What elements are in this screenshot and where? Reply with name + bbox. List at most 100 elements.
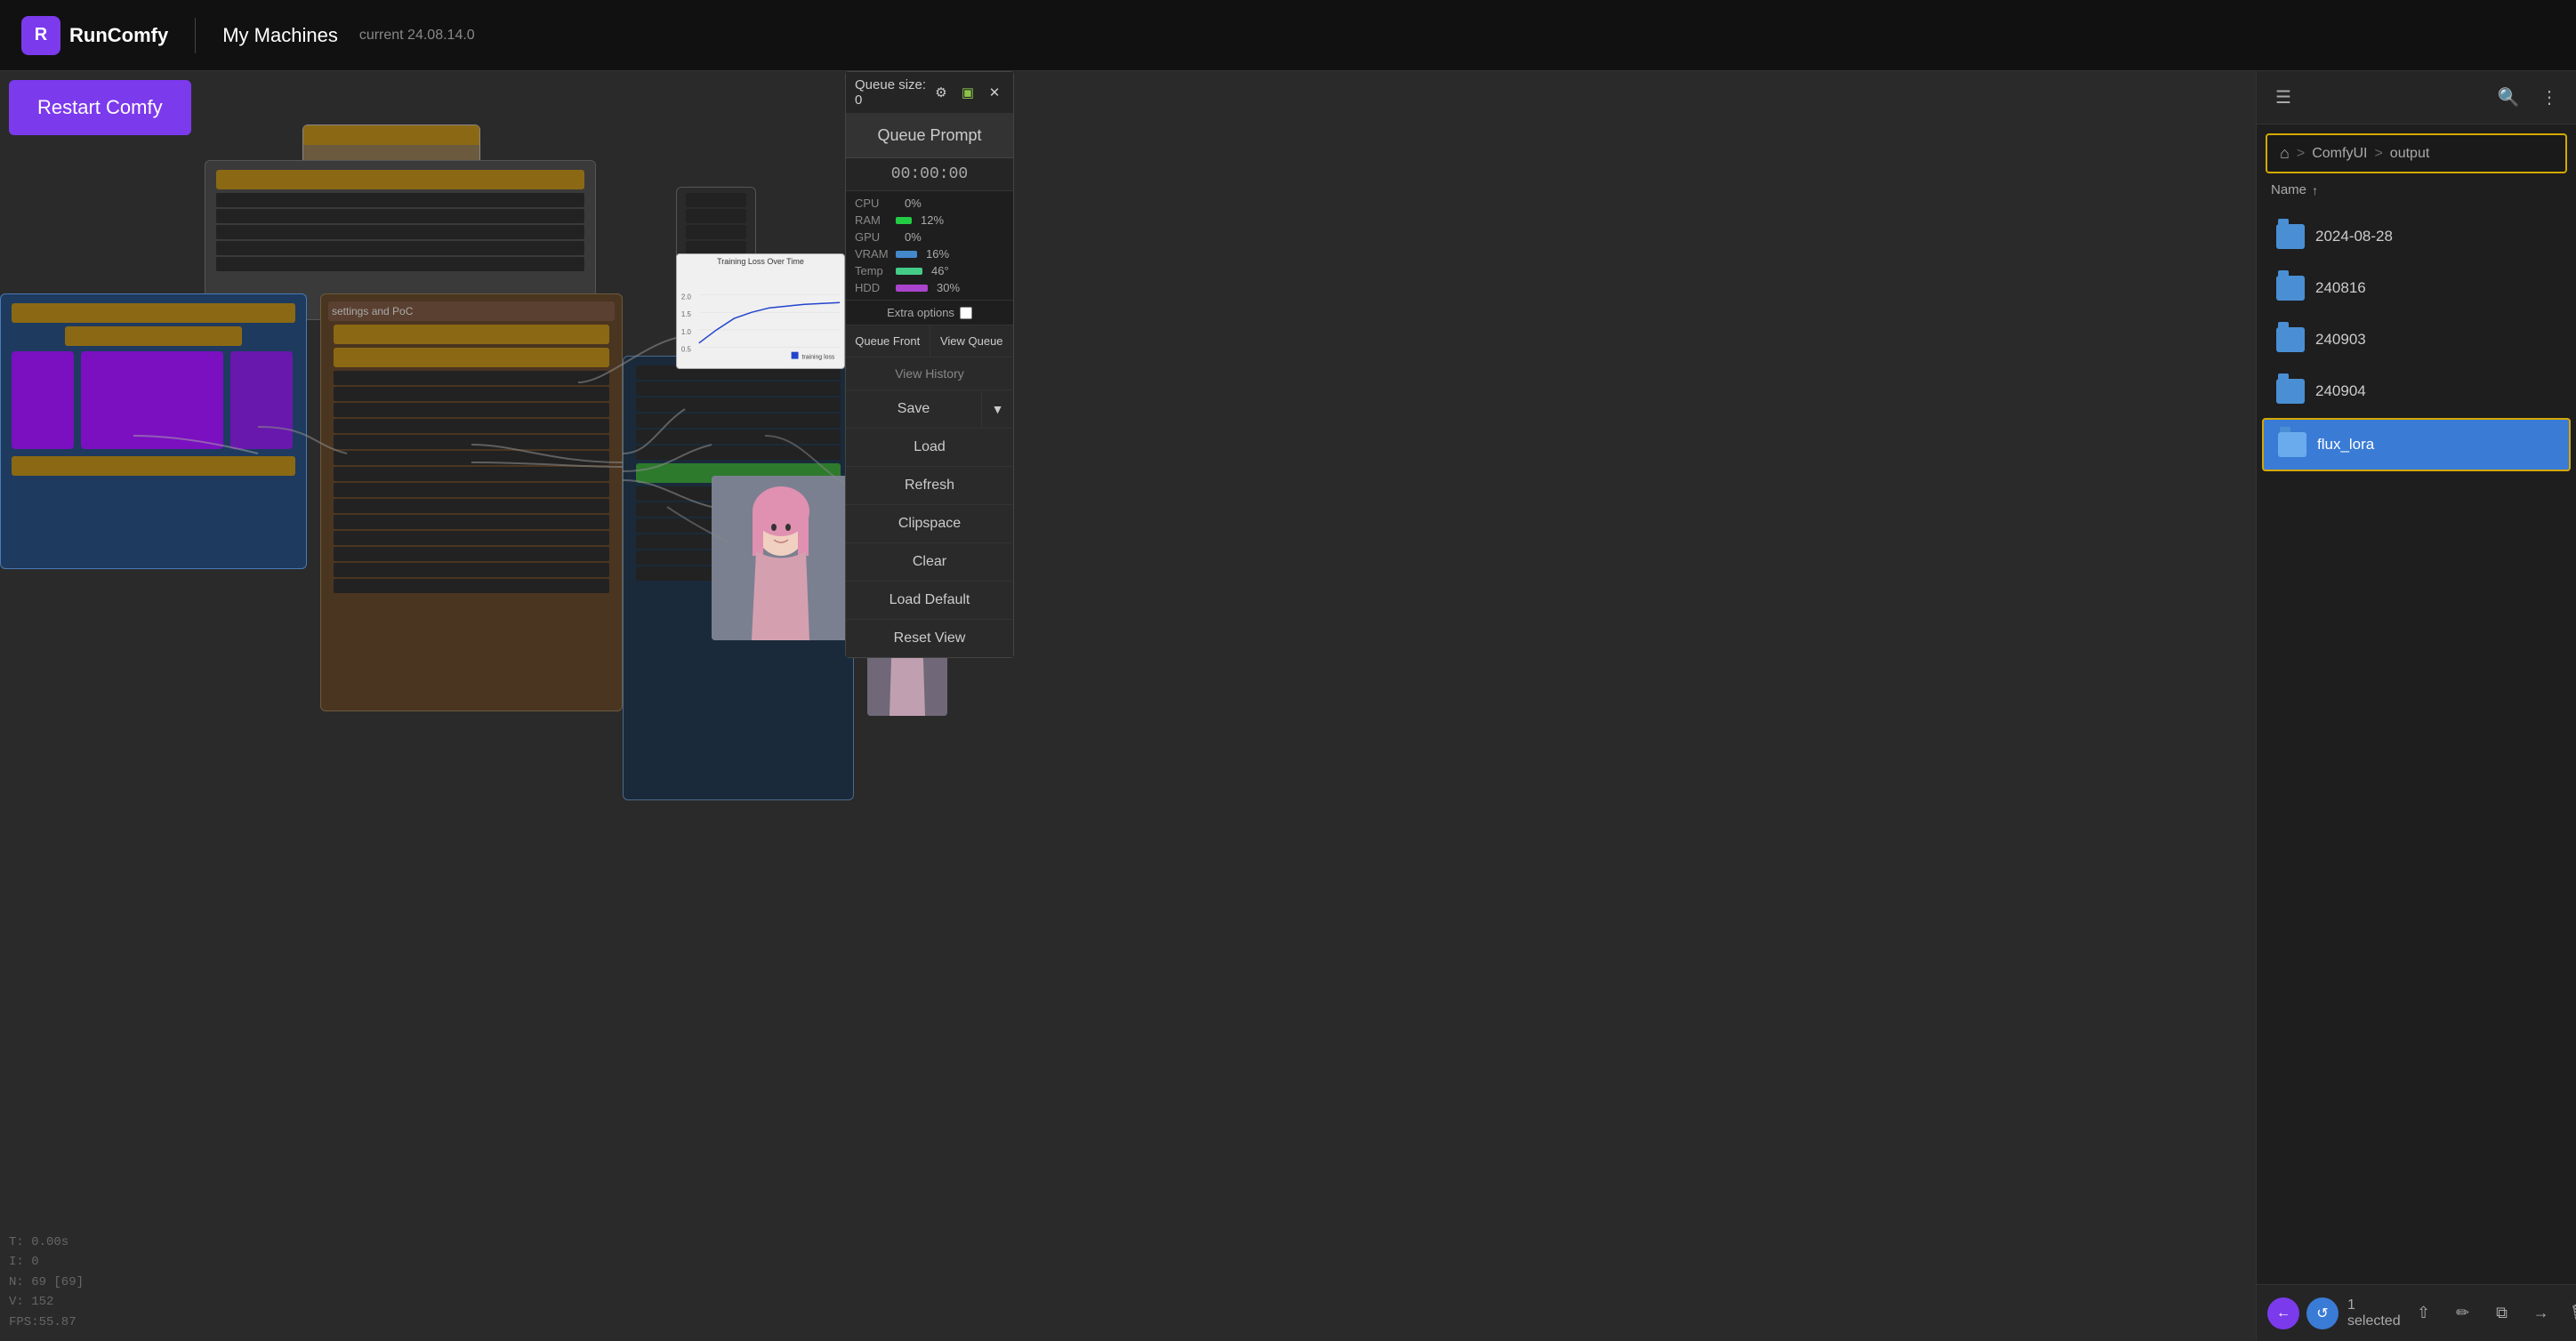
ram-val: 12% [921, 213, 944, 227]
queue-settings-icon[interactable]: ⚙ [931, 83, 951, 102]
stat-hdd: HDD 30% [855, 279, 1004, 296]
breadcrumb-sep-1: > [2297, 146, 2305, 162]
breadcrumb-output[interactable]: output [2390, 146, 2429, 162]
vram-val: 16% [926, 247, 949, 261]
folder-name: 240903 [2315, 331, 2366, 349]
svg-text:2.0: 2.0 [681, 293, 692, 301]
temp-val: 46° [931, 264, 949, 277]
chart-node: Training Loss Over Time 2.0 1.5 1.0 0.5 … [676, 253, 845, 369]
corner-v: V: 152 [9, 1292, 84, 1312]
ram-bar [896, 217, 912, 224]
folder-icon [2278, 432, 2306, 457]
queue-front-button[interactable]: Queue Front [846, 325, 930, 357]
queue-buttons: Queue Front View Queue View History Save… [846, 325, 1013, 657]
share-icon[interactable]: ⇧ [2410, 1299, 2438, 1328]
save-dropdown-button[interactable]: ▼ [981, 390, 1013, 428]
refresh-icon[interactable]: ↺ [2306, 1297, 2339, 1329]
extra-options-label: Extra options [887, 306, 954, 319]
restart-comfy-button[interactable]: Restart Comfy [9, 80, 191, 135]
corner-i: I: 0 [9, 1252, 84, 1272]
folder-icon [2276, 224, 2305, 249]
queue-header: Queue size: 0 ⚙ ▣ ✕ [846, 72, 1013, 114]
clipspace-button[interactable]: Clipspace [846, 504, 1013, 542]
folder-item-240903[interactable]: 240903 [2262, 315, 2571, 365]
stat-vram: VRAM 16% [855, 245, 1004, 262]
copy-icon[interactable]: ⧉ [2488, 1299, 2516, 1328]
breadcrumb: ⌂ > ComfyUI > output [2266, 133, 2567, 173]
breadcrumb-comfyui[interactable]: ComfyUI [2312, 146, 2367, 162]
clear-button[interactable]: Clear [846, 542, 1013, 581]
corner-n: N: 69 [69] [9, 1273, 84, 1292]
file-list: 2024-08-28 240816 240903 240904 flux_lor… [2257, 206, 2576, 1284]
delete-icon[interactable]: 🗑 [2566, 1299, 2576, 1328]
topbar-divider [195, 18, 196, 53]
move-icon[interactable]: → [2527, 1299, 2556, 1328]
queue-prompt-button[interactable]: Queue Prompt [846, 114, 1013, 158]
stat-gpu: GPU 0% [855, 229, 1004, 245]
gpu-label: GPU [855, 230, 890, 244]
machine-label: My Machines [222, 24, 338, 47]
corner-info: T: 0.00s I: 0 N: 69 [69] V: 152 FPS:55.8… [9, 1233, 84, 1332]
logo-icon: R [21, 16, 60, 55]
svg-text:1.5: 1.5 [681, 310, 692, 318]
folder-name: 240904 [2315, 382, 2366, 400]
selected-count-label: 1 selected [2347, 1297, 2401, 1329]
hamburger-menu-icon[interactable]: ☰ [2271, 85, 2296, 110]
chart-title: Training Loss Over Time [677, 254, 844, 269]
extra-options-checkbox[interactable] [960, 307, 972, 319]
breadcrumb-home-icon[interactable]: ⌂ [2280, 144, 2290, 163]
corner-fps: FPS:55.87 [9, 1313, 84, 1332]
file-list-header: Name ↑ [2257, 173, 2576, 206]
view-history-button[interactable]: View History [846, 357, 1013, 389]
sort-arrow-icon[interactable]: ↑ [2312, 183, 2318, 197]
logo: R RunComfy [21, 16, 168, 55]
column-name-label: Name [2271, 182, 2306, 197]
corner-t: T: 0.00s [9, 1233, 84, 1252]
queue-size-label: Queue size: 0 [855, 77, 931, 108]
stat-temp: Temp 46° [855, 262, 1004, 279]
folder-icon [2276, 327, 2305, 352]
more-options-icon[interactable]: ⋮ [2537, 85, 2562, 110]
queue-color-icon[interactable]: ▣ [958, 83, 978, 102]
edit-icon[interactable]: ✏ [2449, 1299, 2477, 1328]
folder-icon [2276, 379, 2305, 404]
queue-close-icon[interactable]: ✕ [985, 83, 1004, 102]
save-row: Save ▼ [846, 389, 1013, 428]
topbar: R RunComfy My Machines current 24.08.14.… [0, 0, 2576, 71]
hdd-val: 30% [937, 281, 960, 294]
load-default-button[interactable]: Load Default [846, 581, 1013, 619]
panel-brown-mid[interactable]: settings and PoC [320, 293, 623, 711]
file-browser-panel: ☰ 🔍 ⋮ ⌂ > ComfyUI > output Name ↑ 2024-0… [2256, 71, 2576, 1341]
folder-item-240904[interactable]: 240904 [2262, 366, 2571, 416]
breadcrumb-sep-2: > [2374, 146, 2382, 162]
logo-name: RunComfy [69, 24, 168, 47]
queue-panel: Queue size: 0 ⚙ ▣ ✕ Queue Prompt 00:00:0… [845, 71, 1014, 658]
queue-timer: 00:00:00 [846, 158, 1013, 191]
folder-item-240816[interactable]: 240816 [2262, 263, 2571, 313]
folder-name: 240816 [2315, 279, 2366, 297]
queue-sub-row: Queue Front View Queue [846, 325, 1013, 357]
hdd-bar [896, 285, 928, 292]
folder-name: 2024-08-28 [2315, 228, 2393, 245]
hdd-label: HDD [855, 281, 890, 294]
queue-extra-options: Extra options [846, 300, 1013, 325]
file-panel-left-icons: ☰ [2271, 85, 2296, 110]
folder-item-2024-08-28[interactable]: 2024-08-28 [2262, 212, 2571, 261]
back-arrow-icon[interactable]: ← [2267, 1297, 2299, 1329]
save-button[interactable]: Save [846, 390, 981, 428]
vram-label: VRAM [855, 247, 890, 261]
panel-left-blue[interactable] [0, 293, 307, 569]
ram-label: RAM [855, 213, 890, 227]
search-icon[interactable]: 🔍 [2496, 85, 2521, 110]
vram-bar [896, 251, 917, 258]
load-button[interactable]: Load [846, 428, 1013, 466]
folder-item-flux-lora[interactable]: flux_lora [2262, 418, 2571, 471]
stat-cpu: CPU 0% [855, 195, 1004, 212]
svg-text:1.0: 1.0 [681, 328, 692, 336]
refresh-button[interactable]: Refresh [846, 466, 1013, 504]
reset-view-button[interactable]: Reset View [846, 619, 1013, 657]
view-queue-button[interactable]: View Queue [930, 325, 1014, 357]
cpu-val: 0% [905, 197, 922, 210]
temp-bar [896, 268, 922, 275]
gpu-val: 0% [905, 230, 922, 244]
